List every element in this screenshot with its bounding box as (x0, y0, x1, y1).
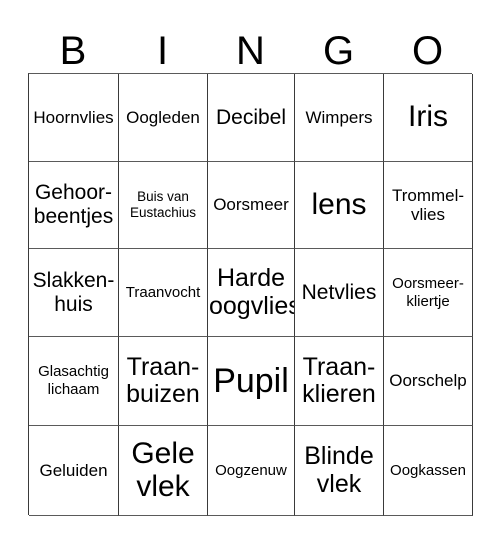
bingo-cell-label: Oogkassen (390, 461, 466, 479)
bingo-cell-label: Oorsmeer- kliertje (392, 274, 464, 310)
bingo-cell-label: Gehoor- beentjes (33, 181, 114, 228)
bingo-cell[interactable]: Wimpers (295, 74, 384, 162)
bingo-cell[interactable]: Trommel- vlies (384, 162, 473, 249)
bingo-cell-label: Blinde vlek (304, 442, 374, 498)
bingo-cell-label: Glasachtig lichaam (38, 363, 109, 398)
bingo-cell-label: Traan- buizen (126, 352, 200, 408)
bingo-cell-label: Buis van Eustachius (129, 189, 197, 220)
bingo-cell[interactable]: Gele vlek (119, 426, 208, 516)
bingo-card: B I N G O Hoornvlies Oogleden Decibel Wi… (0, 0, 500, 544)
bingo-cell-label: Gele vlek (131, 437, 195, 503)
bingo-cell[interactable]: Oogzenuw (208, 426, 295, 516)
bingo-cell[interactable]: Oorsmeer (208, 162, 295, 249)
bingo-cell-label: Traanvocht (125, 283, 201, 301)
bingo-cell-label: Netvlies (301, 280, 377, 304)
bingo-header-letter-i: I (156, 29, 169, 73)
bingo-cell-label: Geluiden (39, 460, 108, 480)
bingo-cell[interactable]: Pupil (208, 337, 295, 426)
bingo-cell-label: Trommel- vlies (391, 185, 465, 224)
bingo-cell[interactable]: Traan- buizen (119, 337, 208, 426)
bingo-header-letter-o: O (411, 29, 444, 73)
bingo-cell-label: Oorschelp (389, 371, 467, 391)
bingo-cell[interactable]: Buis van Eustachius (119, 162, 208, 249)
bingo-cell[interactable]: Oorsmeer- kliertje (384, 249, 473, 337)
bingo-cell[interactable]: Oorschelp (384, 337, 473, 426)
bingo-cell-label: Iris (408, 100, 448, 134)
bingo-cell[interactable]: Geluiden (29, 426, 119, 516)
bingo-cell-label: Oogleden (126, 107, 200, 127)
bingo-cell[interactable]: Traanvocht (119, 249, 208, 337)
bingo-cell[interactable]: Netvlies (295, 249, 384, 337)
bingo-cell-label: Traan- klieren (302, 352, 376, 408)
bingo-cell-label: lens (311, 187, 367, 221)
bingo-cell[interactable]: Glasachtig lichaam (29, 337, 119, 426)
bingo-cell-label: Harde oogvlies (209, 264, 295, 320)
bingo-cell-label: Slakken- huis (32, 268, 115, 316)
bingo-cell[interactable]: Harde oogvlies (208, 249, 295, 337)
bingo-cell-label: Oogzenuw (215, 461, 287, 479)
bingo-cell[interactable]: Hoornvlies (29, 74, 119, 162)
bingo-header-letter-n: N (236, 29, 265, 73)
bingo-cell[interactable]: Blinde vlek (295, 426, 384, 516)
bingo-cell[interactable]: Decibel (208, 74, 295, 162)
bingo-cell[interactable]: Oogleden (119, 74, 208, 162)
bingo-header-letter-g: G (322, 29, 355, 73)
bingo-cell[interactable]: Traan- klieren (295, 337, 384, 426)
bingo-cell-label: Wimpers (305, 107, 373, 127)
bingo-header-letter-b: B (59, 29, 87, 73)
bingo-cell[interactable]: Slakken- huis (29, 249, 119, 337)
bingo-cell-label: Oorsmeer (213, 195, 289, 215)
bingo-cell-label: Hoornvlies (33, 107, 114, 127)
bingo-header-row: B I N G O (28, 18, 472, 73)
bingo-grid: Hoornvlies Oogleden Decibel Wimpers Iris… (28, 73, 473, 516)
bingo-cell-label: Pupil (213, 361, 289, 400)
bingo-cell[interactable]: Gehoor- beentjes (29, 162, 119, 249)
bingo-cell-label: Decibel (215, 105, 287, 129)
bingo-cell[interactable]: Iris (384, 74, 473, 162)
bingo-cell[interactable]: Oogkassen (384, 426, 473, 516)
bingo-cell[interactable]: lens (295, 162, 384, 249)
